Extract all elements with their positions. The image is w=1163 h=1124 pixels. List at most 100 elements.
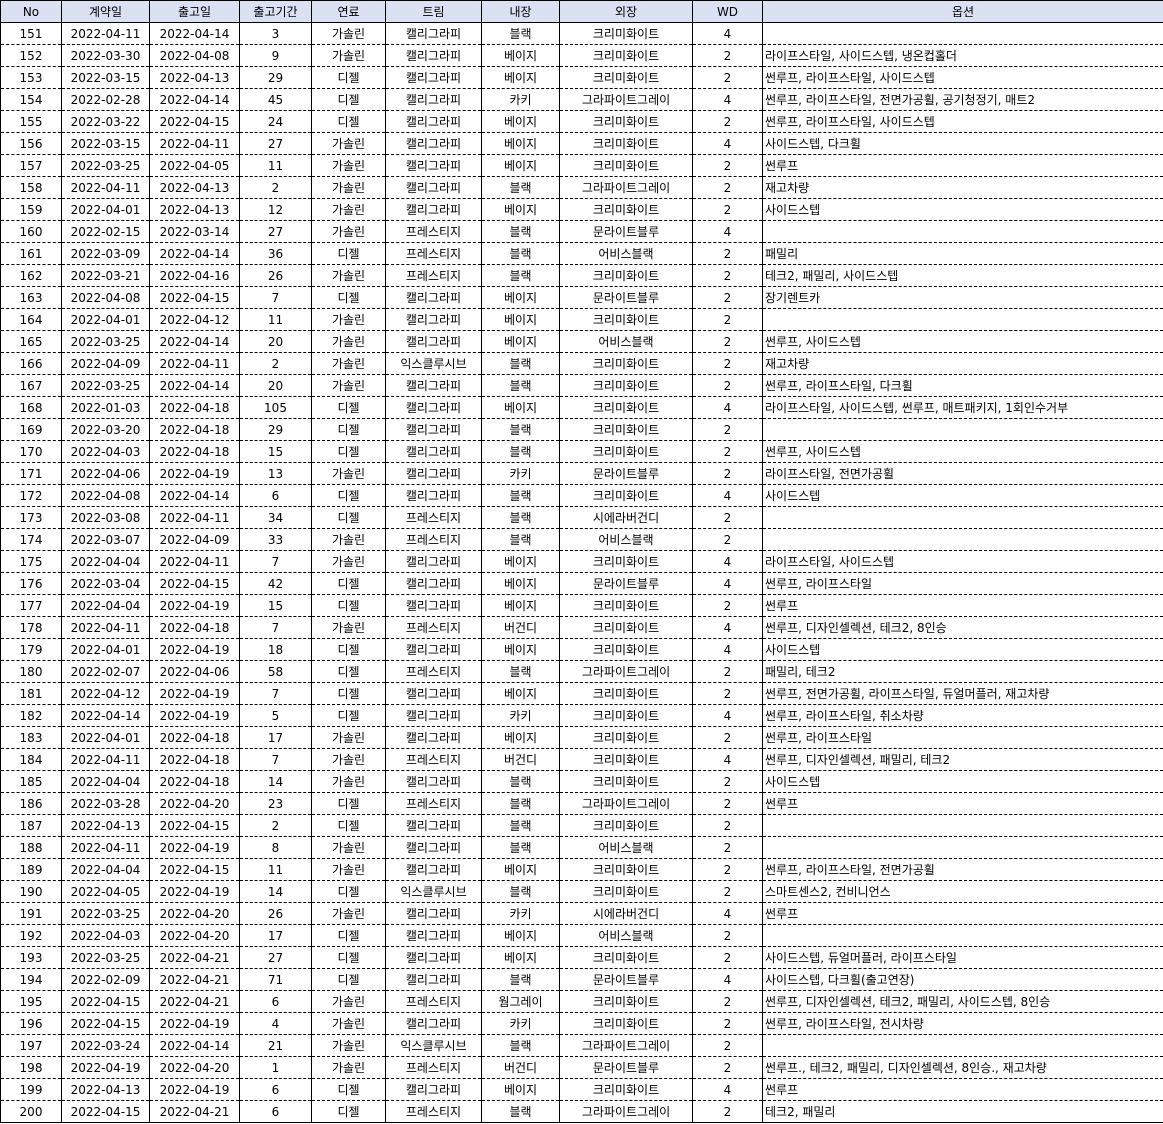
cell-trim[interactable]: 캘리그라피 <box>385 1078 482 1101</box>
cell-wd[interactable]: 4 <box>692 1078 763 1101</box>
cell-options[interactable]: 썬루프 <box>762 792 1163 815</box>
cell-exterior[interactable]: 문라이트블루 <box>559 462 693 485</box>
cell-exterior[interactable]: 크리미화이트 <box>559 726 693 749</box>
cell-wd[interactable]: 2 <box>692 770 763 793</box>
cell-fuel[interactable]: 가솔린 <box>311 1012 386 1035</box>
cell-delivery-period[interactable]: 2 <box>239 176 312 199</box>
cell-delivery-period[interactable]: 29 <box>239 418 312 441</box>
cell-delivery-period[interactable]: 20 <box>239 330 312 353</box>
cell-exterior[interactable]: 그라파이트그레이 <box>559 792 693 815</box>
cell-options[interactable]: 사이드스텝 <box>762 638 1163 661</box>
cell-delivery-date[interactable]: 2022-04-09 <box>149 528 240 551</box>
cell-wd[interactable]: 2 <box>692 418 763 441</box>
cell-delivery-period[interactable]: 29 <box>239 66 312 89</box>
cell-wd[interactable]: 2 <box>692 946 763 969</box>
cell-trim[interactable]: 프레스티지 <box>385 990 482 1013</box>
cell-delivery-period[interactable]: 6 <box>239 990 312 1013</box>
cell-no[interactable]: 173 <box>0 506 62 529</box>
cell-delivery-period[interactable]: 45 <box>239 88 312 111</box>
cell-fuel[interactable]: 디젤 <box>311 484 386 507</box>
cell-wd[interactable]: 2 <box>692 286 763 309</box>
cell-fuel[interactable]: 가솔린 <box>311 264 386 287</box>
cell-no[interactable]: 192 <box>0 924 62 947</box>
cell-delivery-date[interactable]: 2022-04-15 <box>149 110 240 133</box>
cell-options[interactable]: 썬루프 <box>762 594 1163 617</box>
cell-interior[interactable]: 베이지 <box>481 726 560 749</box>
cell-trim[interactable]: 프레스티지 <box>385 660 482 683</box>
cell-options[interactable]: 사이드스텝, 듀얼머플러, 라이프스타일 <box>762 946 1163 969</box>
cell-trim[interactable]: 캘리그라피 <box>385 836 482 859</box>
cell-wd[interactable]: 2 <box>692 594 763 617</box>
cell-wd[interactable]: 2 <box>692 242 763 265</box>
cell-fuel[interactable]: 디젤 <box>311 946 386 969</box>
header-trim[interactable]: 트림 <box>385 0 482 23</box>
cell-fuel[interactable]: 가솔린 <box>311 220 386 243</box>
cell-interior[interactable]: 베이지 <box>481 594 560 617</box>
cell-wd[interactable]: 2 <box>692 858 763 881</box>
cell-delivery-date[interactable]: 2022-04-13 <box>149 176 240 199</box>
header-no[interactable]: No <box>0 0 62 23</box>
cell-delivery-date[interactable]: 2022-04-16 <box>149 264 240 287</box>
cell-exterior[interactable]: 어비스블랙 <box>559 242 693 265</box>
cell-exterior[interactable]: 크리미화이트 <box>559 770 693 793</box>
cell-no[interactable]: 152 <box>0 44 62 67</box>
cell-exterior[interactable]: 크리미화이트 <box>559 308 693 331</box>
cell-wd[interactable]: 4 <box>692 704 763 727</box>
cell-no[interactable]: 176 <box>0 572 62 595</box>
cell-wd[interactable]: 4 <box>692 968 763 991</box>
cell-options[interactable]: 썬루프, 라이프스타일, 전면가공휠, 공기청정기, 매트2 <box>762 88 1163 111</box>
cell-delivery-period[interactable]: 36 <box>239 242 312 265</box>
cell-delivery-period[interactable]: 15 <box>239 440 312 463</box>
cell-trim[interactable]: 캘리그라피 <box>385 374 482 397</box>
cell-options[interactable]: 썬루프, 라이프스타일, 사이드스텝 <box>762 110 1163 133</box>
cell-no[interactable]: 160 <box>0 220 62 243</box>
cell-trim[interactable]: 캘리그라피 <box>385 132 482 155</box>
cell-trim[interactable]: 캘리그라피 <box>385 396 482 419</box>
cell-no[interactable]: 182 <box>0 704 62 727</box>
cell-interior[interactable]: 블랙 <box>481 220 560 243</box>
cell-interior[interactable]: 블랙 <box>481 506 560 529</box>
cell-options[interactable]: 장기렌트카 <box>762 286 1163 309</box>
cell-interior[interactable]: 웜그레이 <box>481 990 560 1013</box>
cell-exterior[interactable]: 어비스블랙 <box>559 836 693 859</box>
cell-exterior[interactable]: 문라이트블루 <box>559 968 693 991</box>
cell-delivery-period[interactable]: 4 <box>239 1012 312 1035</box>
cell-exterior[interactable]: 크리미화이트 <box>559 198 693 221</box>
cell-wd[interactable]: 2 <box>692 792 763 815</box>
cell-wd[interactable]: 2 <box>692 814 763 837</box>
cell-contract-date[interactable]: 2022-02-28 <box>61 88 150 111</box>
cell-delivery-date[interactable]: 2022-04-19 <box>149 1078 240 1101</box>
cell-options[interactable]: 썬루프, 라이프스타일, 사이드스텝 <box>762 66 1163 89</box>
cell-trim[interactable]: 캘리그라피 <box>385 88 482 111</box>
cell-wd[interactable]: 2 <box>692 528 763 551</box>
cell-delivery-period[interactable]: 7 <box>239 550 312 573</box>
cell-trim[interactable]: 캘리그라피 <box>385 308 482 331</box>
cell-wd[interactable]: 4 <box>692 902 763 925</box>
cell-fuel[interactable]: 디젤 <box>311 594 386 617</box>
cell-contract-date[interactable]: 2022-03-25 <box>61 330 150 353</box>
cell-interior[interactable]: 베이지 <box>481 66 560 89</box>
cell-contract-date[interactable]: 2022-04-06 <box>61 462 150 485</box>
cell-interior[interactable]: 카키 <box>481 704 560 727</box>
cell-delivery-date[interactable]: 2022-04-14 <box>149 330 240 353</box>
cell-contract-date[interactable]: 2022-04-04 <box>61 594 150 617</box>
cell-delivery-date[interactable]: 2022-04-20 <box>149 924 240 947</box>
cell-options[interactable]: 라이프스타일, 사이드스텝, 썬루프, 매트패키지, 1회인수거부 <box>762 396 1163 419</box>
cell-no[interactable]: 161 <box>0 242 62 265</box>
cell-trim[interactable]: 프레스티지 <box>385 1056 482 1079</box>
cell-wd[interactable]: 2 <box>692 506 763 529</box>
cell-trim[interactable]: 캘리그라피 <box>385 814 482 837</box>
cell-delivery-period[interactable]: 17 <box>239 726 312 749</box>
cell-options[interactable]: 스마트센스2, 컨비니언스 <box>762 880 1163 903</box>
cell-contract-date[interactable]: 2022-04-11 <box>61 616 150 639</box>
cell-interior[interactable]: 블랙 <box>481 22 560 45</box>
cell-fuel[interactable]: 디젤 <box>311 792 386 815</box>
cell-fuel[interactable]: 디젤 <box>311 704 386 727</box>
cell-wd[interactable]: 2 <box>692 726 763 749</box>
cell-fuel[interactable]: 디젤 <box>311 66 386 89</box>
cell-delivery-date[interactable]: 2022-04-11 <box>149 550 240 573</box>
cell-contract-date[interactable]: 2022-04-11 <box>61 748 150 771</box>
cell-contract-date[interactable]: 2022-04-08 <box>61 484 150 507</box>
header-exterior[interactable]: 외장 <box>559 0 693 23</box>
cell-wd[interactable]: 2 <box>692 1100 763 1123</box>
